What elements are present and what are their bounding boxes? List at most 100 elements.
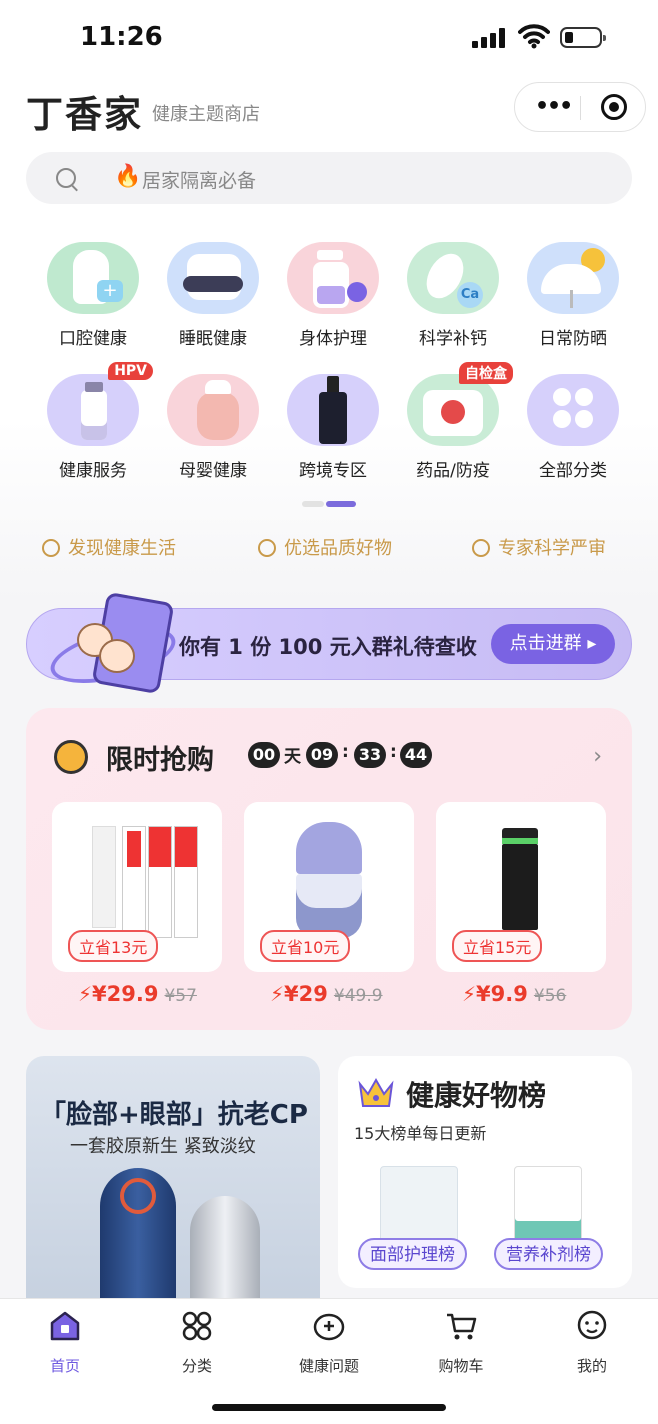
category-maternal-baby[interactable]: 母婴健康 [153,374,273,481]
category-medicine[interactable]: 自检盒 药品/防疫 [393,362,513,481]
brand-subtitle: 健康主题商店 [152,104,260,125]
face-care-ranking-button[interactable]: 面部护理榜 [358,1238,467,1270]
lightning-icon: ⚡ [78,982,93,1006]
product-card[interactable]: 立省13元 [52,802,222,972]
chevron-right-icon[interactable]: › [593,744,602,769]
feature-discover: 发现健康生活 [42,534,176,560]
category-label: 健康服务 [59,461,127,481]
join-group-button[interactable]: 点击进群 ▸ [491,624,615,664]
original-price: ¥49.9 [333,986,383,1006]
tab-health-questions[interactable]: 健康问题 [279,1309,379,1376]
more-icon[interactable]: ••• [535,96,573,118]
category-label: 日常防晒 [539,329,607,349]
save-tag: 立省15元 [452,930,543,962]
product-price: ⚡¥29 ¥49.9 [270,982,383,1006]
tab-label: 我的 [576,1357,607,1375]
lightning-icon: ⚡ [462,982,477,1006]
countdown-hours: 09 [306,742,338,768]
countdown-minutes: 33 [354,742,386,768]
original-price: ¥57 [164,986,197,1006]
vaccine-vial-icon: HPV [47,362,153,446]
all-categories-icon [527,374,619,446]
calcium-icon: Ca [407,242,499,314]
current-price: ¥9.9 [476,982,528,1006]
category-oral-health[interactable]: + 口腔健康 [33,242,153,349]
anti-aging-promo[interactable]: 「脸部+眼部」抗老CP 一套胶原新生 紧致淡纹 [26,1056,320,1316]
category-body-care[interactable]: 身体护理 [273,242,393,349]
category-calcium[interactable]: Ca 科学补钙 [393,242,513,349]
countdown-seconds: 44 [400,742,432,768]
flash-sale-section: 限时抢购 00 天 09 : 33 : 44 › 立省13元 ⚡¥29.9 ¥57… [26,708,632,1030]
diamond-icon [258,539,276,557]
profile-icon [577,1310,607,1340]
product-price: ⚡¥29.9 ¥57 [78,982,197,1006]
category-sleep-health[interactable]: 睡眠健康 [153,242,273,349]
tab-label: 首页 [49,1357,80,1375]
crown-icon [358,1077,394,1107]
alarm-clock-icon [54,740,88,774]
category-label: 药品/防疫 [416,461,490,481]
product-card[interactable]: 立省15元 [436,802,606,972]
category-label: 全部分类 [539,461,607,481]
tab-label: 购物车 [438,1357,484,1375]
close-miniprogram-icon[interactable] [601,94,627,120]
home-indicator [212,1404,446,1411]
planet-icon [42,539,60,557]
feature-label: 优选品质好物 [284,538,392,559]
original-price: ¥56 [533,986,567,1006]
product-card[interactable]: 立省10元 [244,802,414,972]
current-price: ¥29 [284,982,328,1006]
countdown-sep: : [390,742,397,762]
health-ranking-card[interactable]: 健康好物榜 15大榜单每日更新 面部护理榜 营养补剂榜 [338,1056,632,1288]
lotion-bottle-icon [287,242,379,314]
tooth-icon: + [47,242,139,314]
category-label: 身体护理 [299,329,367,349]
feature-expert: 专家科学严审 [472,534,606,560]
tab-home[interactable]: 首页 [15,1309,115,1376]
flash-sale-title: 限时抢购 [106,745,214,776]
product-price: ⚡¥9.9 ¥56 [462,982,566,1006]
search-icon [56,168,76,188]
category-health-service[interactable]: HPV 健康服务 [33,362,153,481]
group-invite-banner[interactable]: 你有 1 份 100 元入群礼待查收 点击进群 ▸ [26,591,632,695]
status-time: 11:26 [80,22,163,52]
category-all[interactable]: 全部分类 [513,374,633,481]
tab-category[interactable]: 分类 [147,1309,247,1376]
product-thumbnail [380,1166,458,1244]
miniprogram-capsule: ••• [514,82,646,132]
countdown-day-unit: 天 [284,747,301,767]
tab-profile[interactable]: 我的 [542,1309,642,1376]
category-icon [182,1311,212,1341]
badge: 自检盒 [459,362,513,384]
tab-cart[interactable]: 购物车 [411,1309,511,1376]
fire-icon: 🔥 [114,164,142,189]
feature-label: 专家科学严审 [498,538,606,559]
save-tag: 立省13元 [68,930,159,962]
countdown-sep: : [342,742,349,762]
join-group-label: 点击进群 [509,633,582,654]
product-thumbnail [514,1166,582,1244]
nutrition-ranking-button[interactable]: 营养补剂榜 [494,1238,603,1270]
umbrella-sun-icon [527,242,619,314]
battery-icon [560,27,606,48]
ranking-title: 健康好物榜 [406,1079,547,1112]
cellular-signal-icon [472,28,508,48]
category-pager [302,501,356,507]
category-label: 睡眠健康 [179,329,247,349]
category-sunscreen[interactable]: 日常防晒 [513,242,633,349]
ranking-subtitle: 15大榜单每日更新 [354,1124,487,1143]
category-label: 科学补钙 [419,329,487,349]
category-cross-border[interactable]: 跨境专区 [273,374,393,481]
first-aid-kit-icon: 自检盒 [407,362,513,446]
serum-bottle-icon [287,374,379,446]
category-label: 母婴健康 [179,461,247,481]
feature-quality: 优选品质好物 [258,534,392,560]
cart-icon [447,1313,477,1340]
badge: HPV [108,362,153,380]
tab-label: 分类 [181,1357,212,1375]
promo-title: 「脸部+眼部」抗老CP [40,1100,308,1130]
home-icon [50,1311,80,1341]
health-question-icon [313,1313,345,1341]
feature-label: 发现健康生活 [68,538,176,559]
search-bar[interactable]: 🔥 居家隔离必备 [26,152,632,204]
